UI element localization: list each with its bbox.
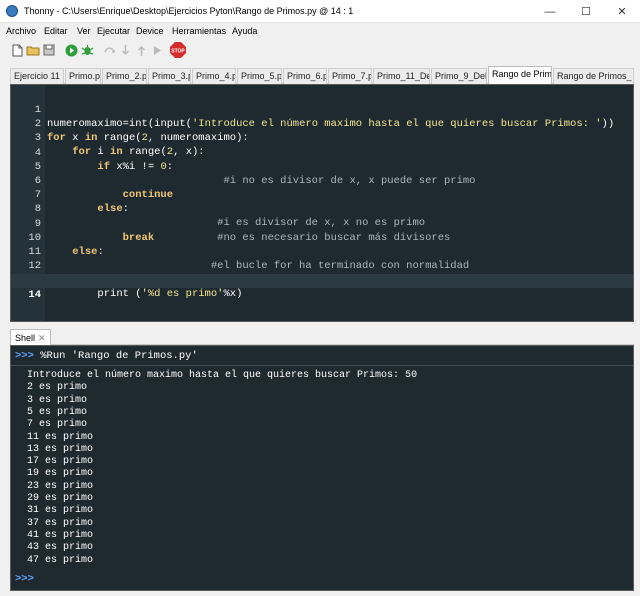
tab-primo-7[interactable]: Primo_7.p [328, 68, 372, 84]
menu-ayuda[interactable]: Ayuda [232, 26, 257, 36]
code-line: 8 #i es divisor de x, x no es primo [11, 188, 633, 229]
shell-output-line: 41 es primo [27, 529, 94, 541]
code-line: 5 #i no es divisor de x, x puede ser pri… [11, 146, 633, 187]
thonny-app-icon [6, 5, 18, 17]
code-line: 2 for x in range(2, numeromaximo): [11, 103, 633, 144]
code-line: 13 print ('%d es primo'%x) [11, 259, 633, 300]
shell-output-line: 2 es primo [27, 382, 88, 394]
run-icon[interactable] [64, 43, 78, 57]
step-out-icon[interactable] [134, 43, 148, 57]
shell-tab-label: Shell [15, 333, 36, 343]
shell-output-line: 13 es primo [27, 443, 94, 455]
toolbar: STOP [0, 39, 640, 61]
close-icon[interactable]: ✕ [604, 0, 640, 23]
menu-herramientas[interactable]: Herramientas [172, 26, 226, 36]
tab-rango-de-primos[interactable]: Rango de Primos [488, 66, 552, 84]
code-line: 6 continue [11, 160, 633, 201]
tab-primo-3[interactable]: Primo_3.p [148, 68, 191, 84]
shell-output-line: 43 es primo [27, 542, 94, 554]
menu-bar: Archivo Editar Ver Ejecutar Device Herra… [0, 23, 640, 39]
code-line: 11 #el bucle for ha terminado con normal… [11, 231, 633, 272]
tab-primo-2[interactable]: Primo_2.p [102, 68, 147, 84]
code-editor[interactable]: 1 numeromaximo=int(input('Introduce el n… [10, 84, 634, 322]
tab-primo[interactable]: Primo.p [65, 68, 101, 84]
shell-console[interactable]: >>> %Run 'Rango de Primos.py' Introduce … [10, 345, 634, 591]
stop-label: STOP [171, 49, 185, 55]
shell-output-line: 11 es primo [27, 431, 94, 443]
stop-icon[interactable]: STOP [170, 42, 186, 58]
new-file-icon[interactable] [10, 43, 24, 57]
shell-output-line: Introduce el número maximo hasta el que … [27, 370, 418, 381]
shell-run-line: >>> %Run 'Rango de Primos.py' [11, 346, 633, 366]
shell-output-line: 17 es primo [27, 456, 94, 468]
tab-primo-11-de[interactable]: Primo_11_De [373, 68, 430, 84]
shell-output-line: 3 es primo [27, 394, 88, 406]
shell-input-prompt[interactable]: >>> [15, 573, 34, 585]
tab-primo-5[interactable]: Primo_5.p [237, 68, 282, 84]
menu-ejecutar[interactable]: Ejecutar [97, 26, 130, 36]
debug-icon[interactable] [80, 43, 94, 57]
code-line: 1 numeromaximo=int(input('Introduce el n… [11, 89, 633, 130]
shell-prompt: >>> [15, 350, 34, 362]
shell-output-line: 5 es primo [27, 406, 88, 418]
resume-icon[interactable] [150, 43, 164, 57]
tab-shell[interactable]: Shell ✕ [10, 329, 51, 345]
window-title: Thonny - C:\Users\Enrique\Desktop\Ejerci… [24, 6, 354, 16]
menu-device[interactable]: Device [136, 26, 164, 36]
minimize-icon[interactable]: — [532, 0, 568, 23]
code-line: 4 if x%i != 0: [11, 132, 633, 173]
shell-output-line: 29 es primo [27, 493, 94, 504]
menu-archivo[interactable]: Archivo [6, 26, 36, 36]
code-line: 9 break #no es necesario buscar más divi… [11, 203, 633, 244]
code-line: 12 #el número que estábamos comprobando … [11, 245, 633, 286]
code-line: 7 else: [11, 174, 633, 215]
code-line: 3 for i in range(2, x): [11, 117, 633, 158]
line-number: 14 [28, 288, 41, 301]
tab-primo-9-del[interactable]: Primo_9_Del [431, 68, 487, 84]
shell-output-line: 19 es primo [27, 468, 94, 480]
code-text: print ('%d es primo'%x) [97, 288, 243, 301]
tab-primo-6[interactable]: Primo_6.p [283, 68, 327, 84]
close-icon[interactable]: ✕ [38, 333, 46, 343]
tab-primo-4[interactable]: Primo_4.p [192, 68, 236, 84]
code-line: 10 else: [11, 217, 633, 258]
shell-output-line: 37 es primo [27, 517, 94, 529]
tab-ejercicio-11[interactable]: Ejercicio 11 [10, 68, 64, 84]
step-into-icon[interactable] [118, 43, 132, 57]
editor-tab-bar: Ejercicio 11 Primo.p Primo_2.p Primo_3.p… [10, 66, 634, 84]
menu-editar[interactable]: Editar [44, 26, 68, 36]
shell-output-line: 31 es primo [27, 505, 94, 517]
shell-output-line: 23 es primo [27, 480, 94, 492]
save-icon[interactable] [42, 43, 56, 57]
menu-ver[interactable]: Ver [77, 26, 91, 36]
run-command: %Run 'Rango de Primos.py' [40, 350, 198, 362]
tab-rango-de-primos-2[interactable]: Rango de Primos_ [553, 68, 634, 84]
title-bar: Thonny - C:\Users\Enrique\Desktop\Ejerci… [0, 0, 640, 23]
shell-output-line: 47 es primo [27, 554, 94, 566]
shell-output-line: 7 es primo [27, 419, 88, 431]
current-code-line: 14 [11, 273, 633, 301]
open-file-icon[interactable] [26, 43, 40, 57]
shell-tab-bar: Shell ✕ [10, 328, 634, 345]
step-over-icon[interactable] [102, 43, 116, 57]
maximize-icon[interactable]: ☐ [568, 0, 604, 23]
